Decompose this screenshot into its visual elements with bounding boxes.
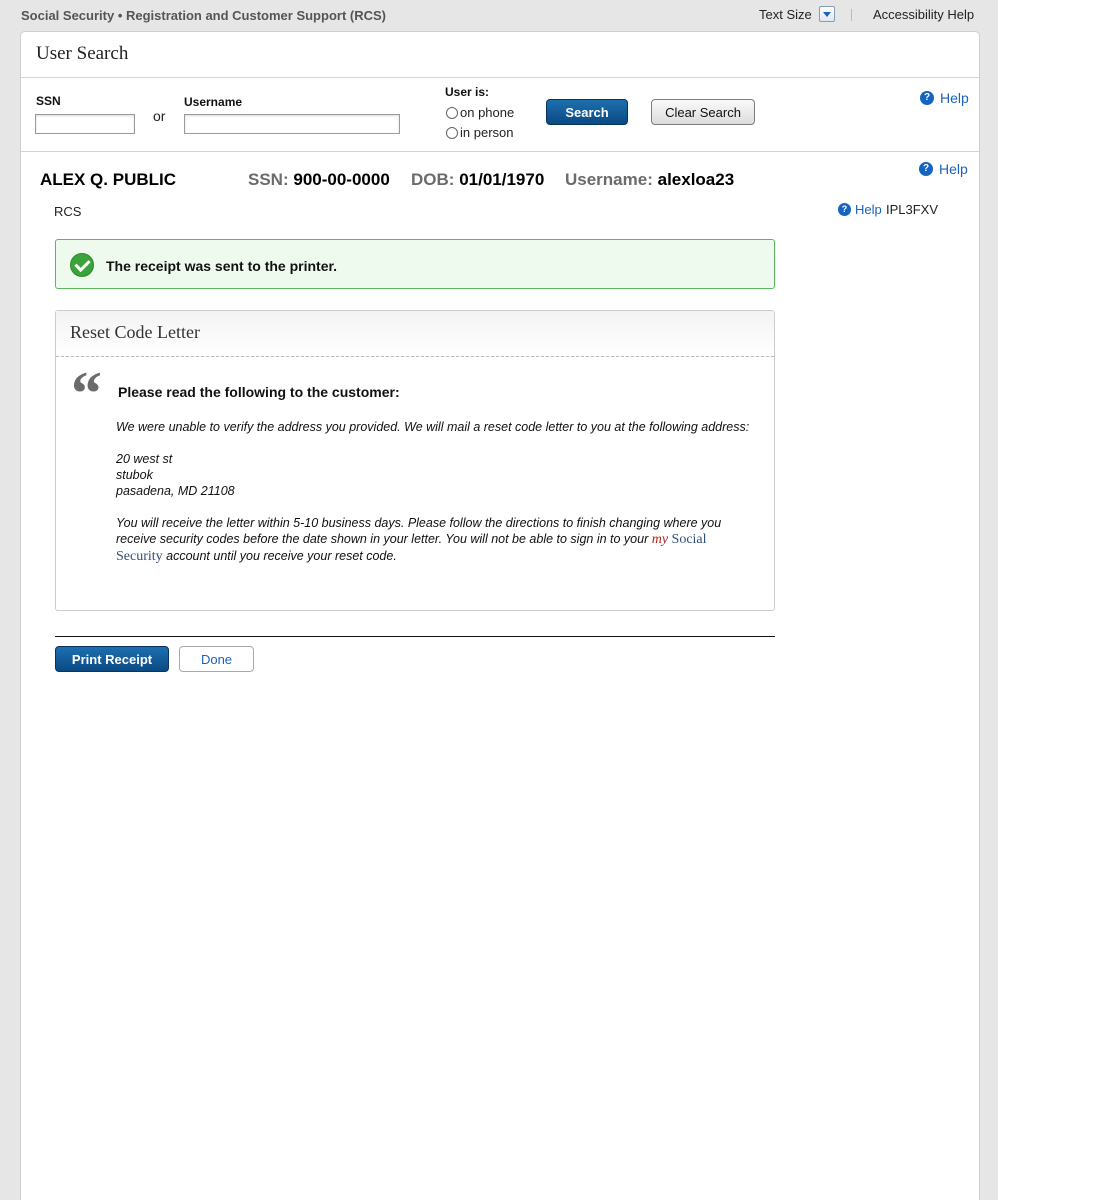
customer-help-label: Help — [939, 161, 968, 177]
letter-header: Reset Code Letter — [56, 311, 774, 357]
top-bar: Social Security • Registration and Custo… — [0, 0, 998, 30]
dob-value: 01/01/1970 — [459, 170, 545, 189]
address-line-2: stubok — [116, 468, 153, 482]
radio-in-person[interactable]: in person — [446, 125, 513, 140]
done-button[interactable]: Done — [179, 646, 254, 672]
search-button[interactable]: Search — [546, 99, 628, 125]
customer-help-link[interactable]: ? Help — [919, 161, 968, 177]
rcs-label: RCS — [54, 204, 82, 219]
dob-key: DOB: — [411, 170, 455, 189]
ssn-label: SSN — [36, 94, 61, 108]
success-message: The receipt was sent to the printer. — [106, 258, 338, 274]
letter-paragraph-1: We were unable to verify the address you… — [116, 420, 750, 434]
accessibility-help-link[interactable]: Accessibility Help — [873, 7, 974, 22]
letter-lead: Please read the following to the custome… — [118, 384, 400, 400]
help-icon: ? — [920, 91, 934, 105]
clear-search-button[interactable]: Clear Search — [651, 99, 755, 125]
success-alert: The receipt was sent to the printer. — [55, 239, 775, 289]
actions-divider — [55, 636, 775, 637]
or-label: or — [153, 108, 166, 124]
address-line-3: pasadena, MD 21108 — [116, 484, 235, 498]
app-title: Social Security • Registration and Custo… — [21, 8, 386, 23]
text-size-label: Text Size — [759, 7, 812, 22]
page-code: IPL3FXV — [886, 202, 939, 217]
reset-code-letter-box: Reset Code Letter “ Please read the foll… — [55, 310, 775, 611]
address-line-1: 20 west st — [116, 452, 173, 466]
letter-paragraph-2-start: You will receive the letter within 5-10 … — [116, 516, 722, 546]
radio-on-phone[interactable]: on phone — [446, 105, 514, 120]
customer-dob: DOB: 01/01/1970 — [411, 170, 544, 190]
letter-paragraph-2: You will receive the letter within 5-10 … — [116, 515, 756, 565]
quote-icon: “ — [71, 360, 102, 428]
radio-on-phone-label: on phone — [460, 105, 515, 120]
main-panel: User Search SSN or Username User is: on … — [20, 31, 980, 1200]
username-key: Username: — [565, 170, 653, 189]
customer-ssn: SSN: 900-00-0000 — [248, 170, 390, 190]
user-search-title: User Search — [36, 43, 129, 64]
text-size-dropdown-icon[interactable] — [819, 6, 835, 22]
radio-in-person-label: in person — [460, 125, 514, 140]
brand-my: my — [651, 532, 669, 547]
search-help-link[interactable]: ? Help — [920, 90, 969, 106]
print-receipt-button[interactable]: Print Receipt — [55, 646, 169, 672]
ssn-value: 900-00-0000 — [293, 170, 390, 189]
ssn-key: SSN: — [248, 170, 289, 189]
radio-circle-icon[interactable] — [446, 106, 458, 119]
check-circle-icon — [70, 253, 94, 277]
topbar-divider — [851, 9, 852, 21]
username-label: Username — [184, 95, 243, 109]
letter-title: Reset Code Letter — [70, 322, 200, 342]
letter-address: 20 west st stubok pasadena, MD 21108 — [116, 451, 756, 499]
customer-name: ALEX Q. PUBLIC — [40, 170, 177, 189]
username-value: alexloa23 — [657, 170, 735, 189]
page-help-link[interactable]: ? Help — [838, 202, 882, 217]
user-is-label: User is: — [445, 85, 490, 99]
letter-paragraph-2-end: account until you receive your reset cod… — [162, 549, 397, 563]
help-icon: ? — [919, 162, 933, 176]
username-input[interactable] — [184, 114, 400, 134]
customer-username: Username: alexloa23 — [565, 170, 734, 190]
letter-body: We were unable to verify the address you… — [116, 419, 756, 581]
page-help-label: Help — [855, 202, 882, 217]
search-help-label: Help — [940, 90, 969, 106]
page-frame: Social Security • Registration and Custo… — [0, 0, 998, 1200]
ssn-input[interactable] — [35, 114, 135, 134]
user-search-form: SSN or Username User is: on phone in per… — [21, 77, 979, 152]
radio-circle-icon[interactable] — [446, 126, 458, 139]
help-icon: ? — [838, 203, 851, 216]
